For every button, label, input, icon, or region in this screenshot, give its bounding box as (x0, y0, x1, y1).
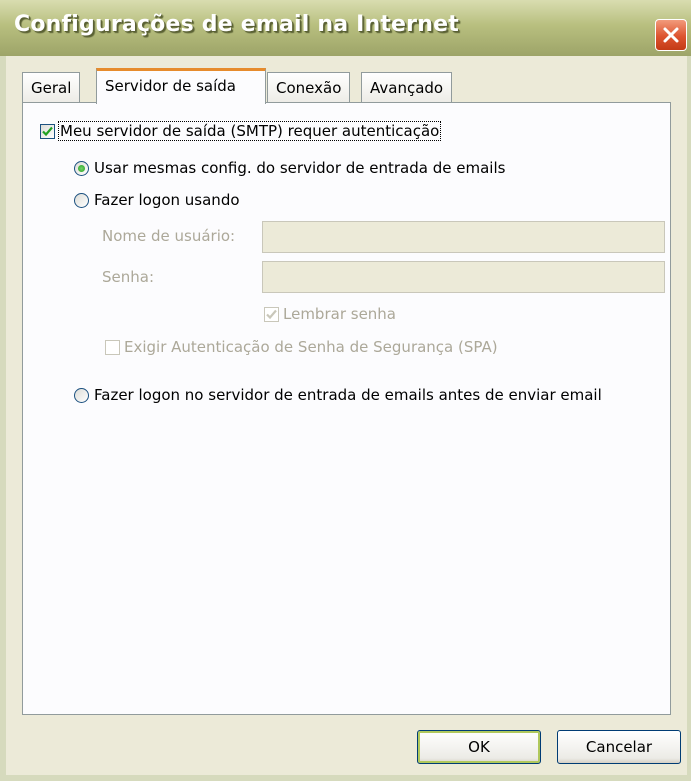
tab-geral[interactable]: Geral (22, 72, 81, 104)
tab-conexao[interactable]: Conexão (267, 72, 351, 104)
radio-logon-incoming-label: Fazer logon no servidor de entrada de em… (94, 386, 602, 404)
checkmark-icon (266, 309, 277, 319)
checkmark-icon (42, 126, 53, 136)
close-button[interactable] (655, 19, 687, 51)
tab-avancado[interactable]: Avançado (361, 72, 453, 104)
window-title: Configurações de email na Internet (14, 12, 459, 37)
radio-selected-dot (78, 164, 85, 172)
radio-button[interactable] (74, 387, 89, 403)
dialog-client-area: Geral Servidor de saída Conexão Avançado… (6, 56, 687, 775)
username-label: Nome de usuário: (102, 227, 236, 245)
ok-button[interactable]: OK (417, 730, 541, 764)
remember-password-checkbox[interactable]: Lembrar senha (264, 305, 396, 323)
radio-logon-using[interactable]: Fazer logon usando (74, 191, 240, 209)
checkbox-box[interactable] (105, 339, 120, 355)
close-icon (663, 27, 679, 43)
cancel-button-label: Cancelar (585, 738, 653, 756)
password-field[interactable] (262, 261, 665, 293)
tab-label: Avançado (370, 79, 444, 97)
radio-logon-incoming[interactable]: Fazer logon no servidor de entrada de em… (74, 386, 602, 404)
tab-label: Servidor de saída (105, 77, 237, 95)
radio-button-selected[interactable] (74, 160, 89, 176)
password-label-row: Senha: (102, 268, 154, 286)
spa-checkbox[interactable]: Exigir Autenticação de Senha de Seguranç… (105, 338, 498, 356)
requires-auth-checkbox[interactable]: Meu servidor de saída (SMTP) requer aute… (40, 121, 442, 141)
username-label-row: Nome de usuário: (102, 227, 235, 245)
requires-auth-label: Meu servidor de saída (SMTP) requer aute… (57, 121, 442, 141)
checkbox-box[interactable] (40, 123, 55, 139)
username-field[interactable] (262, 221, 665, 253)
spa-label: Exigir Autenticação de Senha de Seguranç… (124, 338, 498, 356)
tab-panel-outgoing-server: Meu servidor de saída (SMTP) requer aute… (22, 102, 671, 715)
title-bar[interactable]: Configurações de email na Internet (0, 0, 691, 56)
radio-same-settings[interactable]: Usar mesmas config. do servidor de entra… (74, 159, 505, 177)
radio-same-settings-label: Usar mesmas config. do servidor de entra… (94, 159, 506, 177)
checkbox-box[interactable] (264, 306, 279, 322)
tab-label: Conexão (276, 79, 342, 97)
cancel-button[interactable]: Cancelar (557, 730, 681, 764)
tab-label: Geral (31, 79, 72, 97)
radio-button[interactable] (74, 192, 89, 208)
ok-button-label: OK (468, 738, 490, 756)
radio-logon-using-label: Fazer logon usando (94, 191, 240, 209)
tab-servidor-de-saida[interactable]: Servidor de saída (96, 68, 266, 105)
password-label: Senha: (102, 268, 155, 286)
dialog-window: Configurações de email na Internet Geral… (0, 0, 691, 781)
remember-password-label: Lembrar senha (283, 305, 396, 323)
